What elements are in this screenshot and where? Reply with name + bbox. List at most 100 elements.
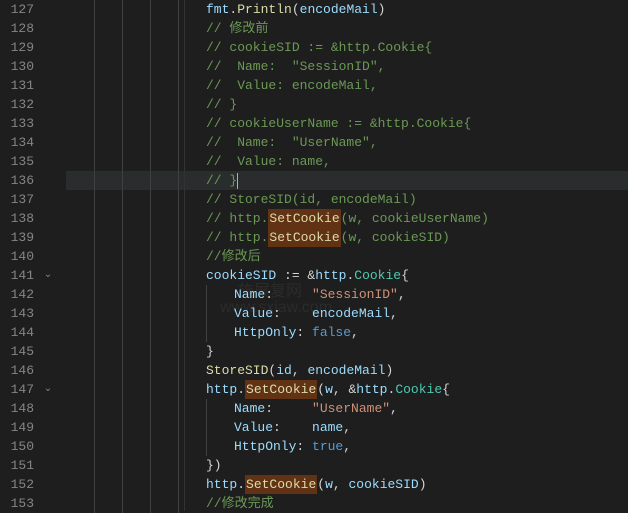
indent-guide <box>178 133 206 152</box>
code-line[interactable]: cookieSID := &http.Cookie{ <box>66 266 628 285</box>
indent-guide <box>122 456 150 475</box>
indent-guide <box>178 418 206 437</box>
token-ident: Name <box>234 285 265 304</box>
fold-column[interactable] <box>38 380 58 399</box>
indent-guide <box>94 342 122 361</box>
indent-guide <box>150 171 178 190</box>
code-line[interactable]: Value: encodeMail, <box>66 304 628 323</box>
line-number[interactable]: 129 <box>0 38 38 57</box>
gutter-row: 153 <box>0 494 58 513</box>
line-number[interactable]: 128 <box>0 19 38 38</box>
code-line[interactable]: // cookieUserName := &http.Cookie{ <box>66 114 628 133</box>
line-number[interactable]: 136 <box>0 171 38 190</box>
code-line[interactable]: http.SetCookie(w, &http.Cookie{ <box>66 380 628 399</box>
token-ident: w <box>325 475 333 494</box>
gutter-row: 145 <box>0 342 58 361</box>
line-number[interactable]: 133 <box>0 114 38 133</box>
code-line[interactable]: //修改后 <box>66 247 628 266</box>
code-line[interactable]: // } <box>66 171 628 190</box>
indent-guide <box>150 247 178 266</box>
code-line[interactable]: // Value: name, <box>66 152 628 171</box>
code-line[interactable]: // cookieSID := &http.Cookie{ <box>66 38 628 57</box>
line-number[interactable]: 148 <box>0 399 38 418</box>
code-editor[interactable]: 1271281291301311321331341351361371381391… <box>0 0 628 511</box>
code-line[interactable]: Name: "SessionID", <box>66 285 628 304</box>
chevron-down-icon[interactable] <box>44 384 52 395</box>
gutter-row: 129 <box>0 38 58 57</box>
token-punc: : <box>273 304 312 323</box>
indent-guide <box>122 475 150 494</box>
code-line[interactable]: } <box>66 342 628 361</box>
code-line[interactable]: HttpOnly: false, <box>66 323 628 342</box>
indent-guide <box>94 323 122 342</box>
line-number[interactable]: 151 <box>0 456 38 475</box>
code-line[interactable]: http.SetCookie(w, cookieSID) <box>66 475 628 494</box>
code-line[interactable]: // Value: encodeMail, <box>66 76 628 95</box>
line-number[interactable]: 135 <box>0 152 38 171</box>
line-number[interactable]: 143 <box>0 304 38 323</box>
code-line[interactable]: // http.SetCookie(w, cookieSID) <box>66 228 628 247</box>
code-line[interactable]: // StoreSID(id, encodeMail) <box>66 190 628 209</box>
token-ident: cookieSID <box>348 475 418 494</box>
token-punc: ) <box>378 0 386 19</box>
indent-guide <box>178 57 206 76</box>
line-number[interactable]: 147 <box>0 380 38 399</box>
indent-guide <box>178 209 206 228</box>
line-number[interactable]: 153 <box>0 494 38 513</box>
indent-guide <box>94 285 122 304</box>
token-punc: : <box>296 437 312 456</box>
chevron-down-icon[interactable] <box>44 270 52 281</box>
gutter-row: 140 <box>0 247 58 266</box>
gutter-row: 143 <box>0 304 58 323</box>
line-number[interactable]: 134 <box>0 133 38 152</box>
indent-guide <box>94 437 122 456</box>
line-number[interactable]: 149 <box>0 418 38 437</box>
token-ident: HttpOnly <box>234 323 296 342</box>
indent-guide <box>66 152 94 171</box>
code-line[interactable]: // 修改前 <box>66 19 628 38</box>
line-number[interactable]: 139 <box>0 228 38 247</box>
token-comment: // } <box>206 171 237 190</box>
token-punc: ( <box>317 380 325 399</box>
code-line[interactable]: Name: "UserName", <box>66 399 628 418</box>
code-line[interactable]: // } <box>66 95 628 114</box>
code-line[interactable]: // Name: "UserName", <box>66 133 628 152</box>
code-line[interactable]: Value: name, <box>66 418 628 437</box>
gutter-row: 133 <box>0 114 58 133</box>
fold-column[interactable] <box>38 266 58 285</box>
line-number[interactable]: 141 <box>0 266 38 285</box>
line-number[interactable]: 140 <box>0 247 38 266</box>
token-comment: //修改完成 <box>206 494 274 513</box>
code-line[interactable]: HttpOnly: true, <box>66 437 628 456</box>
gutter-row: 128 <box>0 19 58 38</box>
indent-guide <box>122 38 150 57</box>
code-line[interactable]: //修改完成 <box>66 494 628 513</box>
token-type: Cookie <box>354 266 401 285</box>
code-line[interactable]: StoreSID(id, encodeMail) <box>66 361 628 380</box>
token-punc: { <box>401 266 409 285</box>
code-area[interactable]: 施展复网 www.sxiaw.com fmt.Println(encodeMai… <box>58 0 628 511</box>
code-line[interactable]: fmt.Println(encodeMail) <box>66 0 628 19</box>
line-number[interactable]: 127 <box>0 0 38 19</box>
indent-guide <box>150 437 178 456</box>
line-number[interactable]: 145 <box>0 342 38 361</box>
token-punc: . <box>237 475 245 494</box>
line-number[interactable]: 152 <box>0 475 38 494</box>
gutter-row: 134 <box>0 133 58 152</box>
line-number[interactable]: 150 <box>0 437 38 456</box>
code-line[interactable]: }) <box>66 456 628 475</box>
line-number[interactable]: 131 <box>0 76 38 95</box>
line-number[interactable]: 146 <box>0 361 38 380</box>
line-number[interactable]: 144 <box>0 323 38 342</box>
line-number[interactable]: 138 <box>0 209 38 228</box>
indent-guide <box>94 38 122 57</box>
indent-guide <box>94 456 122 475</box>
line-number[interactable]: 142 <box>0 285 38 304</box>
line-number[interactable]: 137 <box>0 190 38 209</box>
line-number[interactable]: 130 <box>0 57 38 76</box>
code-line[interactable]: // Name: "SessionID", <box>66 57 628 76</box>
line-number[interactable]: 132 <box>0 95 38 114</box>
indent-guide <box>66 380 94 399</box>
indent-guide <box>206 418 234 437</box>
code-line[interactable]: // http.SetCookie(w, cookieUserName) <box>66 209 628 228</box>
